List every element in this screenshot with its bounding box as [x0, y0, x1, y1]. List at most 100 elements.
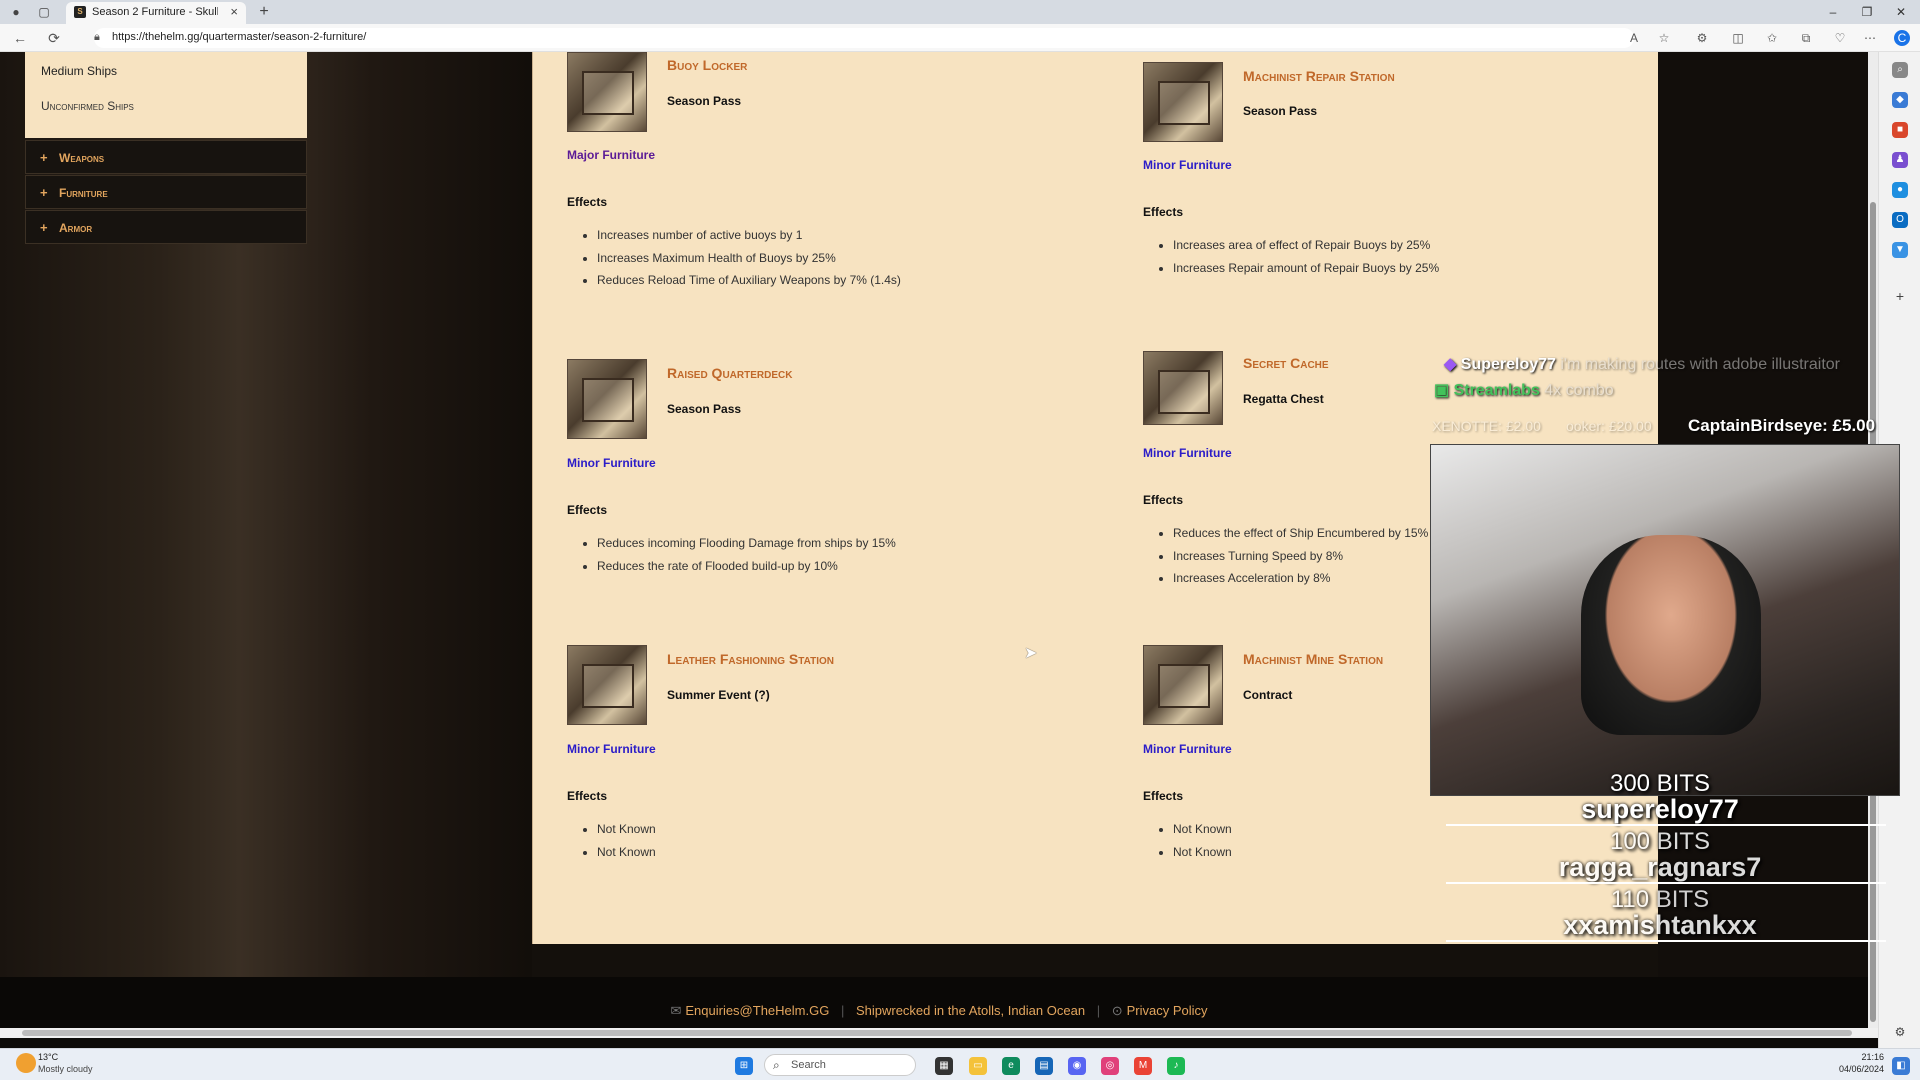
item-name[interactable]: Buoy Locker [667, 57, 747, 73]
effects-list: Increases number of active buoys by 1 In… [597, 224, 901, 292]
search-icon: ⌕ [773, 1058, 780, 1072]
footer-links: ✉ Enquiries@TheHelm.GG | Shipwrecked in t… [0, 1003, 1878, 1019]
effect-item: Increases Repair amount of Repair Buoys … [1173, 257, 1439, 280]
sidebar-category-armor[interactable]: + Armor [25, 210, 307, 244]
effects-list: Not Known Not Known [597, 818, 656, 863]
donation-ticker-item: XENOTTE: £2.00 [1432, 418, 1541, 434]
footer-separator: | [1096, 1003, 1101, 1018]
item-thumbnail [567, 645, 647, 725]
search-icon[interactable]: ⌕ [1892, 62, 1908, 78]
add-icon[interactable]: + [1892, 288, 1908, 304]
split-screen-icon[interactable]: ◫ [1730, 30, 1746, 46]
effects-heading: Effects [1143, 493, 1184, 507]
file-explorer-icon[interactable]: ▭ [969, 1057, 987, 1075]
streamer-image [1581, 535, 1761, 735]
item-name[interactable]: Raised Quarterdeck [667, 365, 792, 381]
effect-item: Increases number of active buoys by 1 [597, 224, 901, 247]
clock-time[interactable]: 21:16 [1844, 1052, 1884, 1062]
effect-item: Reduces the effect of Ship Encumbered by… [1173, 522, 1428, 545]
close-window-button[interactable]: ✕ [1886, 3, 1916, 21]
new-tab-button[interactable]: + [254, 2, 274, 22]
taskbar-search[interactable]: ⌕ Search [764, 1054, 916, 1076]
drop-icon[interactable]: ▼ [1892, 242, 1908, 258]
bits-divider [1446, 882, 1886, 884]
clock-date[interactable]: 04/06/2024 [1824, 1064, 1884, 1074]
tab-close-icon[interactable]: × [230, 4, 238, 19]
item-name[interactable]: Machinist Repair Station [1243, 68, 1395, 84]
page-footer: ✉ Enquiries@TheHelm.GG | Shipwrecked in t… [0, 977, 1878, 1032]
outlook-icon[interactable]: O [1892, 212, 1908, 228]
favorite-star-icon[interactable]: ☆ [1656, 30, 1672, 46]
category-label: Weapons [59, 151, 105, 165]
footer-separator: | [840, 1003, 845, 1018]
effects-heading: Effects [1143, 789, 1184, 803]
weather-icon[interactable] [16, 1053, 36, 1073]
store-icon[interactable]: ▤ [1035, 1057, 1053, 1075]
item-name[interactable]: Leather Fashioning Station [667, 651, 834, 667]
item-type-link[interactable]: Minor Furniture [1143, 158, 1232, 172]
sidebar-submenu: Medium Ships Unconfirmed Ships [25, 52, 307, 138]
settings-icon[interactable]: ⚙ [1892, 1024, 1908, 1040]
effect-item: Reduces incoming Flooding Damage from sh… [597, 532, 896, 555]
item-type-link[interactable]: Major Furniture [567, 148, 655, 162]
games-icon[interactable]: ♟ [1892, 152, 1908, 168]
footer-privacy-link[interactable]: Privacy Policy [1127, 1003, 1208, 1018]
tools-icon[interactable]: ■ [1892, 122, 1908, 138]
item-name[interactable]: Machinist Mine Station [1243, 651, 1383, 667]
item-thumbnail [567, 359, 647, 439]
effects-heading: Effects [567, 789, 608, 803]
discord-icon[interactable]: ◉ [1068, 1057, 1086, 1075]
refresh-icon[interactable]: ⟳ [46, 30, 62, 46]
weather-temp: 13°C [38, 1052, 59, 1062]
url-field[interactable]: 🔒︎ https://thehelm.gg/quartermaster/seas… [94, 28, 1634, 48]
extensions-icon[interactable]: ⚙ [1694, 30, 1710, 46]
active-tab[interactable]: S Season 2 Furniture - Skull & Bon × [66, 2, 246, 24]
bits-user: ragga_ragnars7 [1558, 852, 1762, 882]
app-icon[interactable]: ◎ [1101, 1057, 1119, 1075]
effect-item: Not Known [1173, 818, 1232, 841]
item-thumbnail [567, 52, 647, 132]
sidebar-link-unconfirmed-ships[interactable]: Unconfirmed Ships [41, 99, 134, 113]
weather-desc: Mostly cloudy [38, 1064, 93, 1074]
profile-icon[interactable]: ● [8, 4, 24, 20]
expand-plus-icon: + [40, 150, 48, 165]
item-type-link[interactable]: Minor Furniture [1143, 742, 1232, 756]
item-source: Season Pass [1243, 104, 1318, 118]
more-menu-icon[interactable]: ⋯ [1862, 30, 1878, 46]
footer-email-link[interactable]: Enquiries@TheHelm.GG [685, 1003, 829, 1018]
browser-essentials-icon[interactable]: ♡ [1832, 30, 1848, 46]
gmail-icon[interactable]: M [1134, 1057, 1152, 1075]
edge-icon[interactable]: e [1002, 1057, 1020, 1075]
shopping-icon[interactable]: ◆ [1892, 92, 1908, 108]
favorites-icon[interactable]: ✩ [1764, 30, 1780, 46]
read-aloud-icon[interactable]: A [1626, 30, 1642, 46]
donation-ticker-item: ooker: £20.00 [1566, 418, 1652, 434]
spotify-icon[interactable]: ♪ [1167, 1057, 1185, 1075]
sidebar-category-weapons[interactable]: + Weapons [25, 140, 307, 174]
item-type-link[interactable]: Minor Furniture [567, 456, 656, 470]
horizontal-scrollbar[interactable] [0, 1028, 1878, 1038]
sidebar-category-furniture[interactable]: + Furniture [25, 175, 307, 209]
effect-item: Increases Maximum Health of Buoys by 25% [597, 247, 901, 270]
copilot-icon[interactable]: C [1894, 30, 1910, 46]
sidebar-link-medium-ships[interactable]: Medium Ships [41, 64, 117, 78]
item-type-link[interactable]: Minor Furniture [1143, 446, 1232, 460]
collections-icon[interactable]: ⧉ [1798, 30, 1814, 46]
task-view-icon[interactable]: ▦ [935, 1057, 953, 1075]
browser-title-bar: ● ▢ S Season 2 Furniture - Skull & Bon ×… [0, 0, 1920, 24]
item-name[interactable]: Secret Cache [1243, 355, 1329, 371]
windows-taskbar: 13°C Mostly cloudy ⊞ ⌕ Search ▦ ▭ e ▤ ◉ … [0, 1048, 1920, 1080]
back-icon[interactable]: ← [12, 30, 28, 46]
notifications-icon[interactable]: ◧ [1892, 1057, 1910, 1075]
effect-item: Not Known [597, 818, 656, 841]
windows-start-icon[interactable]: ⊞ [735, 1057, 753, 1075]
item-thumbnail [1143, 62, 1223, 142]
maximize-button[interactable]: ❐ [1852, 3, 1882, 21]
footer-location: Shipwrecked in the Atolls, Indian Ocean [855, 1003, 1086, 1018]
minimize-button[interactable]: – [1818, 3, 1848, 21]
effect-item: Increases Turning Speed by 8% [1173, 545, 1428, 568]
office-icon[interactable]: ● [1892, 182, 1908, 198]
tab-actions-icon[interactable]: ▢ [36, 4, 52, 20]
item-type-link[interactable]: Minor Furniture [567, 742, 656, 756]
category-label: Armor [59, 221, 93, 235]
